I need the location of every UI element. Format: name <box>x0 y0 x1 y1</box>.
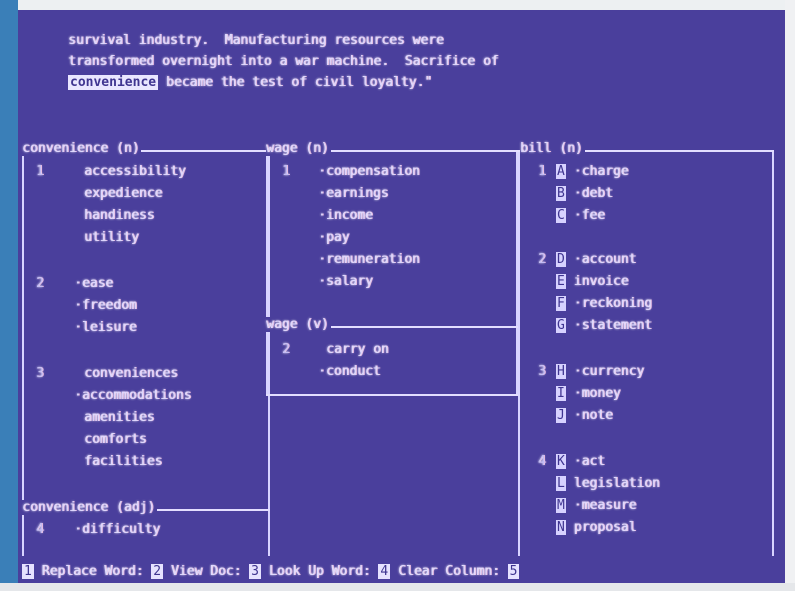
synonym[interactable]: I ·money <box>556 386 621 401</box>
synonym[interactable]: ·freedom <box>74 298 137 313</box>
synonym[interactable]: accessibility <box>84 164 186 179</box>
synonym[interactable]: ·difficulty <box>74 522 160 537</box>
group-number[interactable]: 2 <box>538 252 546 267</box>
synonym[interactable]: ·salary <box>318 274 373 289</box>
option-letter[interactable]: A <box>556 164 566 179</box>
synonym[interactable]: C ·fee <box>556 208 605 223</box>
column-2-bottom-rule <box>266 394 518 396</box>
group-number[interactable]: 1 <box>36 164 44 179</box>
synonym[interactable]: comforts <box>84 432 147 447</box>
synonym-word[interactable]: proposal <box>574 520 637 535</box>
synonym[interactable]: F ·reckoning <box>556 296 652 311</box>
document-excerpt: survival industry. Manufacturing resourc… <box>68 30 628 93</box>
function-key-3[interactable]: 3 Look Up Word: <box>249 564 371 579</box>
group-number[interactable]: 2 <box>282 342 290 357</box>
option-letter[interactable]: E <box>556 274 566 289</box>
group-number[interactable]: 1 <box>282 164 290 179</box>
option-letter[interactable]: I <box>556 386 566 401</box>
synonym[interactable]: utility <box>84 230 139 245</box>
group-number[interactable]: 4 <box>538 454 546 469</box>
synonym-word[interactable]: ·reckoning <box>574 296 652 311</box>
column-header[interactable]: convenience (adj) <box>22 500 158 515</box>
monitor-bezel-right <box>785 0 795 591</box>
synonym-word[interactable]: ·currency <box>574 364 644 379</box>
column-header[interactable]: convenience (n) <box>22 141 142 156</box>
option-letter[interactable]: L <box>556 476 566 491</box>
synonym[interactable]: B ·debt <box>556 186 613 201</box>
group-number[interactable]: 4 <box>36 522 44 537</box>
synonym[interactable]: J ·note <box>556 408 613 423</box>
synonym[interactable]: carry on <box>326 342 389 357</box>
monitor-bezel-left <box>0 0 18 591</box>
synonym[interactable]: ·ease <box>74 276 113 291</box>
synonym[interactable]: G ·statement <box>556 318 652 333</box>
synonym[interactable]: H ·currency <box>556 364 644 379</box>
synonym[interactable]: ·pay <box>318 230 349 245</box>
synonym[interactable]: facilities <box>84 454 162 469</box>
group-number[interactable]: 2 <box>36 276 44 291</box>
monitor-bezel-bottom <box>0 583 795 591</box>
highlighted-word[interactable]: convenience <box>68 75 159 90</box>
column-header[interactable]: wage (n) <box>266 141 331 156</box>
synonym[interactable]: L legislation <box>556 476 660 491</box>
synonym[interactable]: ·income <box>318 208 373 223</box>
synonym[interactable]: D ·account <box>556 252 636 267</box>
option-letter[interactable]: J <box>556 408 566 423</box>
monitor-bezel-top <box>0 0 795 10</box>
function-key-4[interactable]: 4 Clear Column: <box>378 564 500 579</box>
option-letter[interactable]: H <box>556 364 566 379</box>
option-letter[interactable]: G <box>556 318 566 333</box>
synonym[interactable]: A ·charge <box>556 164 628 179</box>
synonym-word[interactable]: invoice <box>574 274 629 289</box>
option-letter[interactable]: M <box>556 498 566 513</box>
option-letter[interactable]: C <box>556 208 566 223</box>
function-key-bar: 1 Replace Word: 2 View Doc: 3 Look Up Wo… <box>22 564 782 582</box>
thesaurus-screen: survival industry. Manufacturing resourc… <box>0 0 795 591</box>
synonym[interactable]: expedience <box>84 186 162 201</box>
synonym-word[interactable]: ·debt <box>574 186 613 201</box>
synonym-word[interactable]: ·charge <box>574 164 629 179</box>
function-key-5[interactable]: 5 <box>507 564 520 579</box>
synonym[interactable]: ·earnings <box>318 186 388 201</box>
synonym-word[interactable]: ·statement <box>574 318 652 333</box>
synonym[interactable]: ·leisure <box>74 320 137 335</box>
document-line-rest: became the test of civil loyalty." <box>158 75 433 90</box>
synonym[interactable]: K ·act <box>556 454 605 469</box>
synonym-word[interactable]: ·fee <box>574 208 605 223</box>
document-line: survival industry. Manufacturing resourc… <box>68 33 444 48</box>
option-letter[interactable]: K <box>556 454 566 469</box>
option-letter[interactable]: B <box>556 186 566 201</box>
column-header[interactable]: bill (n) <box>520 141 585 156</box>
synonym-word[interactable]: ·measure <box>574 498 637 513</box>
group-number[interactable]: 3 <box>538 364 546 379</box>
option-letter[interactable]: N <box>556 520 566 535</box>
option-letter[interactable]: F <box>556 296 566 311</box>
function-key-1[interactable]: 1 Replace Word: <box>22 564 143 579</box>
synonym-word[interactable]: legislation <box>574 476 660 491</box>
group-number[interactable]: 1 <box>538 164 546 179</box>
group-number[interactable]: 3 <box>36 366 44 381</box>
document-line: convenience became the test of civil loy… <box>68 72 628 93</box>
synonym[interactable]: ·compensation <box>318 164 420 179</box>
document-line: transformed overnight into a war machine… <box>68 54 499 69</box>
synonym-column-2 <box>266 150 518 396</box>
synonym-word[interactable]: ·money <box>574 386 621 401</box>
option-letter[interactable]: D <box>556 252 566 267</box>
synonym[interactable]: ·remuneration <box>318 252 420 267</box>
synonym[interactable]: N proposal <box>556 520 636 535</box>
function-key-2[interactable]: 2 View Doc: <box>151 564 241 579</box>
synonym[interactable]: M ·measure <box>556 498 636 513</box>
synonym-word[interactable]: ·note <box>574 408 613 423</box>
synonym[interactable]: ·conduct <box>318 364 381 379</box>
column-header[interactable]: wage (v) <box>266 317 331 332</box>
synonym[interactable]: ·accommodations <box>74 388 191 403</box>
synonym-word[interactable]: ·account <box>574 252 637 267</box>
synonym-word[interactable]: ·act <box>574 454 605 469</box>
synonym[interactable]: amenities <box>84 410 154 425</box>
synonym[interactable]: E invoice <box>556 274 628 289</box>
synonym[interactable]: conveniences <box>84 366 178 381</box>
synonym[interactable]: handiness <box>84 208 154 223</box>
